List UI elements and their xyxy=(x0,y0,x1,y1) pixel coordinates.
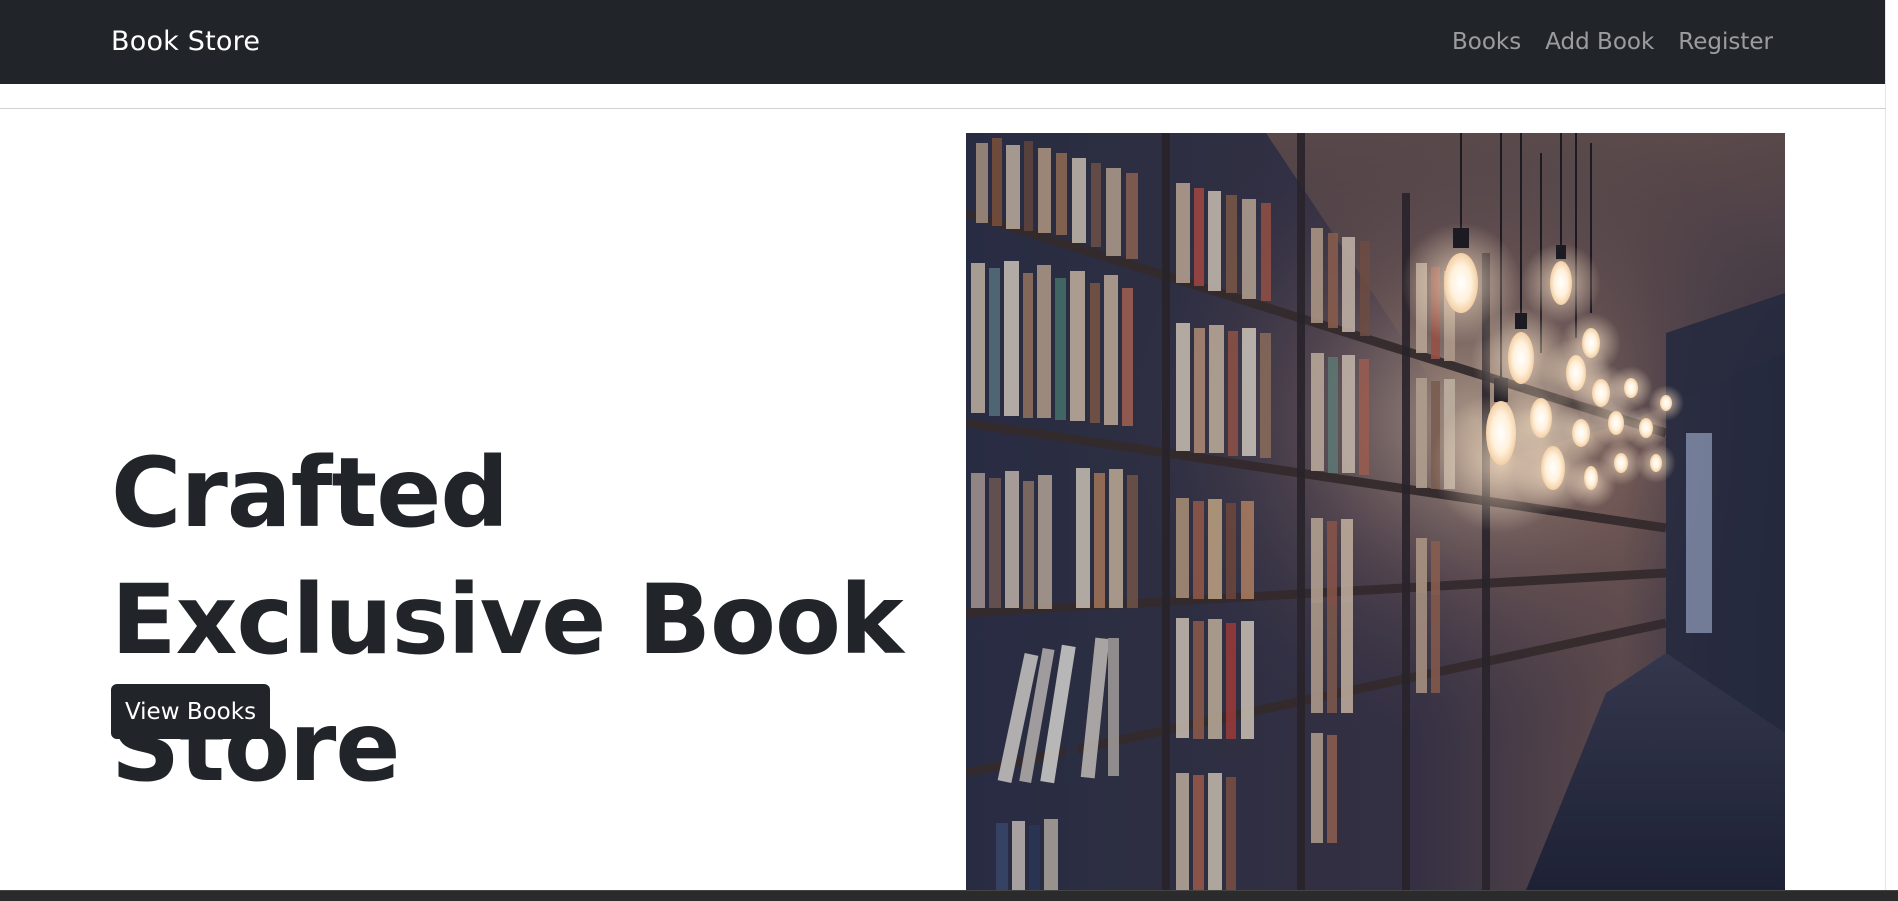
brand-link[interactable]: Book Store xyxy=(111,0,260,84)
hero-bookshelf-image xyxy=(966,133,1785,890)
nav-link-add-book[interactable]: Add Book xyxy=(1545,29,1654,55)
divider xyxy=(0,108,1886,109)
navbar: Book Store Books Add Book Register xyxy=(0,0,1898,84)
nav-link-register[interactable]: Register xyxy=(1678,29,1773,55)
page-scrollbar[interactable] xyxy=(1886,0,1898,890)
hero-title: Crafted Exclusive Book Store xyxy=(111,437,904,803)
os-taskbar xyxy=(0,890,1898,901)
nav-link-books[interactable]: Books xyxy=(1452,29,1521,55)
nav-links: Books Add Book Register xyxy=(1452,0,1773,84)
view-books-button[interactable]: View Books xyxy=(111,684,270,739)
page: Book Store Books Add Book Register Craft… xyxy=(0,0,1898,901)
